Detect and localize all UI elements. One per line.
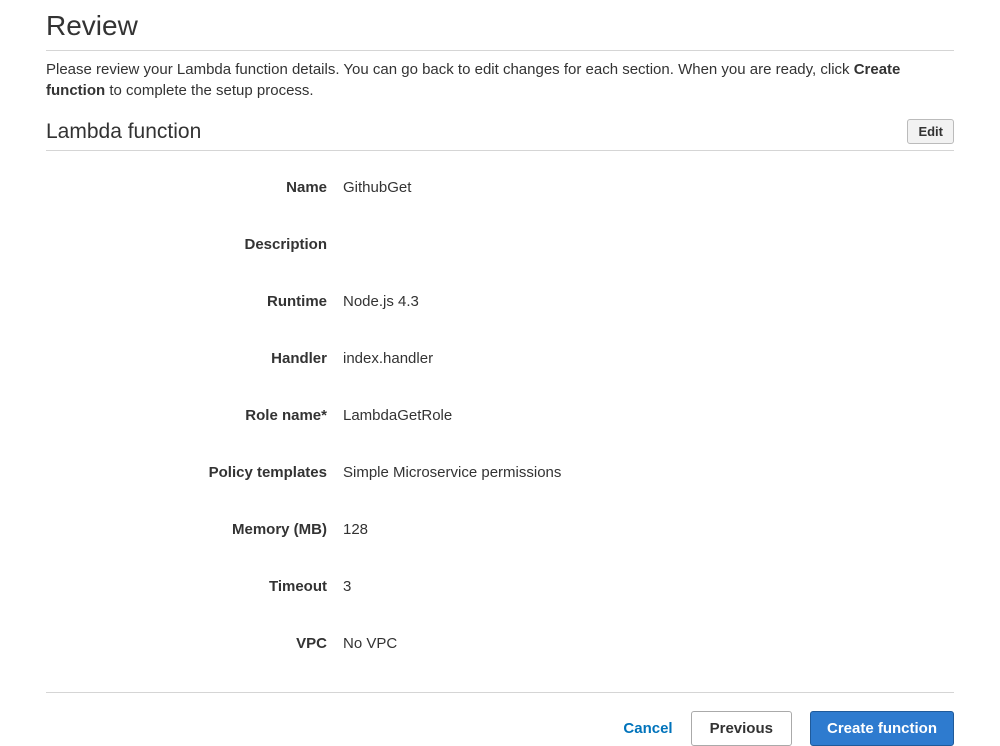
footer-actions: Cancel Previous Create function (46, 692, 954, 746)
fields-container: Name GithubGet Description Runtime Node.… (46, 151, 954, 652)
field-value: Node.js 4.3 (343, 293, 419, 310)
field-row-name: Name GithubGet (46, 179, 954, 196)
field-label: Description (46, 236, 343, 253)
field-row-policy: Policy templates Simple Microservice per… (46, 464, 954, 481)
section-header: Lambda function Edit (46, 119, 954, 150)
field-value: index.handler (343, 350, 433, 367)
instruction-prefix: Please review your Lambda function detai… (46, 61, 854, 78)
field-value: LambdaGetRole (343, 407, 452, 424)
field-value: GithubGet (343, 179, 411, 196)
field-label: Role name* (46, 407, 343, 424)
field-label: Timeout (46, 578, 343, 595)
cancel-link[interactable]: Cancel (623, 720, 672, 737)
edit-button[interactable]: Edit (907, 119, 954, 144)
field-value: 128 (343, 521, 368, 538)
previous-button[interactable]: Previous (691, 711, 792, 746)
field-label: Handler (46, 350, 343, 367)
instruction-text: Please review your Lambda function detai… (46, 51, 954, 119)
field-value: No VPC (343, 635, 397, 652)
field-row-description: Description (46, 236, 954, 253)
instruction-suffix: to complete the setup process. (105, 82, 313, 99)
field-value: Simple Microservice permissions (343, 464, 561, 481)
create-function-button[interactable]: Create function (810, 711, 954, 746)
page-title: Review (46, 0, 954, 50)
field-label: VPC (46, 635, 343, 652)
field-value: 3 (343, 578, 351, 595)
section-title: Lambda function (46, 120, 201, 144)
field-label: Policy templates (46, 464, 343, 481)
field-row-role: Role name* LambdaGetRole (46, 407, 954, 424)
field-row-runtime: Runtime Node.js 4.3 (46, 293, 954, 310)
field-label: Memory (MB) (46, 521, 343, 538)
field-label: Runtime (46, 293, 343, 310)
field-row-handler: Handler index.handler (46, 350, 954, 367)
field-label: Name (46, 179, 343, 196)
field-row-memory: Memory (MB) 128 (46, 521, 954, 538)
field-row-vpc: VPC No VPC (46, 635, 954, 652)
field-row-timeout: Timeout 3 (46, 578, 954, 595)
